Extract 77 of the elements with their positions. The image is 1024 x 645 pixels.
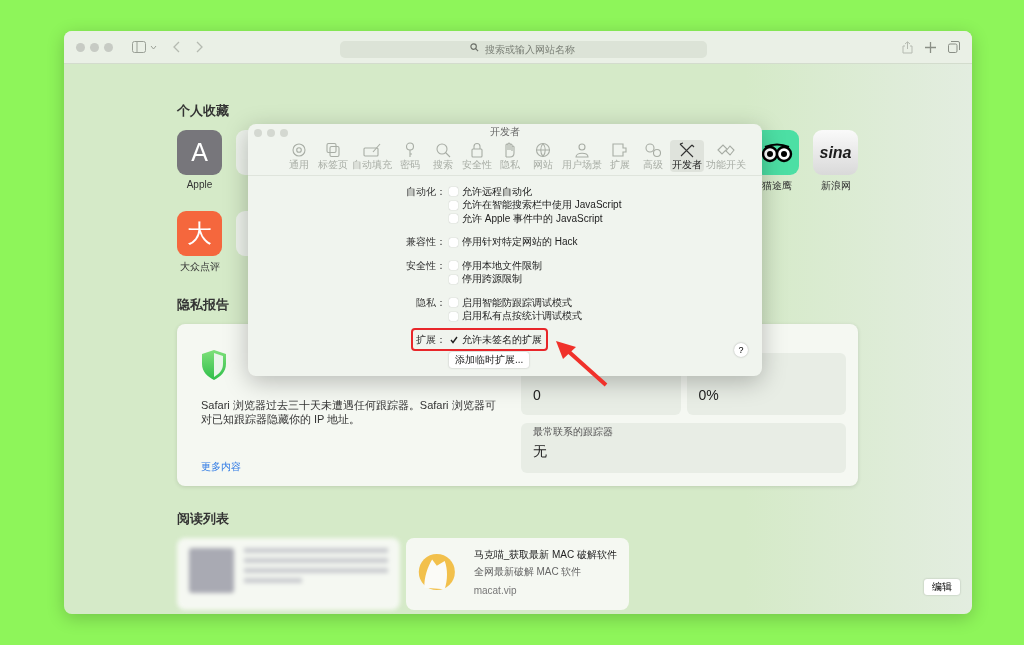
stat-value: 0 bbox=[533, 387, 542, 405]
favorite-label: 新浪网 bbox=[820, 179, 851, 193]
flags-icon bbox=[716, 142, 735, 158]
dialog-title: 开发者 bbox=[490, 125, 520, 139]
close-button[interactable] bbox=[254, 129, 262, 137]
arrow-annotation bbox=[556, 341, 608, 387]
person-icon bbox=[572, 142, 591, 158]
checkbox-option[interactable]: 停用针对特定网站的 Hack bbox=[449, 235, 578, 250]
checkbox[interactable] bbox=[449, 200, 458, 210]
tabs-icon bbox=[323, 142, 342, 158]
gears-icon bbox=[644, 142, 662, 158]
help-button[interactable]: ? bbox=[734, 343, 748, 357]
favorite-label: 大众点评 bbox=[179, 260, 220, 274]
back-icon[interactable] bbox=[173, 41, 180, 53]
section-heading: 个人收藏 bbox=[177, 102, 229, 120]
stat-value: 无 bbox=[533, 443, 548, 461]
group-label: 安全性： bbox=[406, 259, 446, 271]
stat-value: 0% bbox=[698, 387, 720, 405]
checkbox[interactable] bbox=[449, 274, 458, 284]
add-extension-button[interactable]: 添加临时扩展... bbox=[449, 352, 530, 369]
checkbox[interactable] bbox=[449, 298, 458, 308]
chevron-down-icon[interactable] bbox=[150, 44, 157, 50]
form-pen-icon bbox=[362, 142, 381, 158]
checkbox-option[interactable]: 允许未签名的扩展 bbox=[449, 332, 542, 347]
globe-icon bbox=[534, 142, 552, 158]
checkbox[interactable] bbox=[449, 237, 458, 247]
checkbox-option[interactable]: 允许 Apple 事件中的 JavaScript bbox=[449, 211, 603, 226]
checkbox[interactable] bbox=[449, 187, 458, 197]
article-site: macat.vip bbox=[473, 585, 518, 596]
favorite-label: 猫途鹰 bbox=[761, 179, 792, 193]
search-icon bbox=[434, 142, 452, 158]
checkbox[interactable] bbox=[449, 261, 458, 271]
checkbox-option[interactable]: 允许远程自动化 bbox=[449, 184, 532, 199]
search-icon bbox=[470, 42, 479, 52]
checkbox-option[interactable]: 停用跨源限制 bbox=[449, 272, 522, 287]
favorite-label: Apple bbox=[186, 179, 213, 190]
blurred-reading-card[interactable] bbox=[177, 538, 400, 610]
reading-list-card[interactable]: 马克喵_获取最新 MAC 破解软件 全网最新破解 MAC 软件 macat.vip bbox=[406, 538, 629, 610]
tabs-overview-icon[interactable] bbox=[948, 41, 960, 53]
checkbox[interactable] bbox=[449, 335, 458, 345]
minimize-button[interactable] bbox=[267, 129, 275, 137]
shield-icon bbox=[201, 349, 227, 381]
favorite-tile[interactable]: A bbox=[177, 130, 222, 175]
checkbox-option[interactable]: 停用本地文件限制 bbox=[449, 258, 542, 273]
zoom-button[interactable] bbox=[280, 129, 288, 137]
preferences-tab[interactable]: 开发者 bbox=[669, 140, 704, 172]
group-label: 自动化： bbox=[406, 185, 446, 197]
gear-icon bbox=[290, 142, 308, 158]
share-icon[interactable] bbox=[902, 40, 913, 54]
article-title: 马克喵_获取最新 MAC 破解软件 bbox=[473, 548, 617, 562]
plus-icon[interactable] bbox=[925, 41, 936, 53]
checkmark-icon bbox=[449, 335, 458, 344]
puzzle-icon bbox=[611, 142, 629, 158]
privacy-message: Safari 浏览器过去三十天未遭遇任何跟踪器。Safari 浏览器可对已知跟踪器隐藏你的 IP 地址。 bbox=[201, 398, 497, 426]
minimize-button[interactable] bbox=[90, 42, 99, 52]
checkbox-option[interactable]: 启用私有点按统计调试模式 bbox=[449, 309, 582, 324]
more-link[interactable]: 更多内容 bbox=[201, 460, 501, 474]
article-description: 全网最新破解 MAC 软件 bbox=[473, 565, 583, 579]
checkbox-option[interactable]: 启用智能防跟踪调试模式 bbox=[449, 295, 572, 310]
group-label: 兼容性： bbox=[406, 236, 446, 248]
stat-label: 最常联系的跟踪器 bbox=[533, 425, 614, 439]
checkbox-option[interactable]: 允许在智能搜索栏中使用 JavaScript bbox=[449, 198, 622, 213]
sidebar-icon[interactable] bbox=[132, 41, 146, 53]
zoom-button[interactable] bbox=[104, 42, 113, 52]
forward-icon[interactable] bbox=[196, 41, 203, 53]
edit-button[interactable]: 编辑 bbox=[924, 579, 960, 595]
section-heading: 阅读列表 bbox=[177, 510, 229, 528]
close-button[interactable] bbox=[76, 42, 85, 52]
tools-icon bbox=[677, 142, 696, 158]
checkbox[interactable] bbox=[449, 311, 458, 321]
checkbox[interactable] bbox=[449, 214, 458, 224]
favorite-tile[interactable]: sina bbox=[813, 130, 858, 175]
owl-eyes-icon bbox=[760, 142, 793, 163]
group-label: 隐私： bbox=[416, 296, 446, 308]
group-label: 扩展： bbox=[416, 333, 446, 345]
address-field[interactable]: 搜索或输入网站名称 bbox=[340, 40, 707, 58]
section-heading: 隐私报告 bbox=[177, 296, 229, 314]
